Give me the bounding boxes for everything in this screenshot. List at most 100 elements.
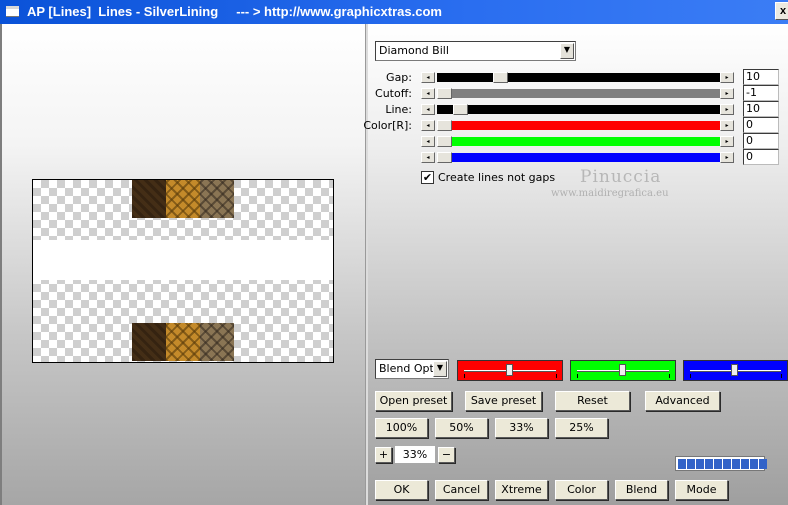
xtreme-button[interactable]: Xtreme <box>495 480 548 500</box>
arrow-right-icon[interactable]: ▸ <box>720 120 734 131</box>
slider-label: Color[R]: <box>363 119 412 132</box>
blend-slider-thumb[interactable] <box>619 364 626 376</box>
watermark-name: Pinuccia <box>580 167 662 187</box>
zoom-100-button[interactable]: 100% <box>375 418 428 438</box>
blend-slider-tick <box>577 374 578 378</box>
slider-thumb[interactable] <box>437 152 452 163</box>
slider-track[interactable] <box>437 89 720 98</box>
slider-thumb[interactable] <box>437 120 452 131</box>
slider[interactable]: ◂ ▸ <box>421 120 735 131</box>
arrow-left-icon[interactable]: ◂ <box>421 120 435 131</box>
reset-button[interactable]: Reset <box>555 391 630 411</box>
progress-block <box>696 459 704 469</box>
preview-tile <box>166 323 200 361</box>
blend-slider-tick <box>690 374 691 378</box>
preview-tile <box>132 180 166 218</box>
preview-tile <box>200 323 234 361</box>
slider-track[interactable] <box>437 153 720 162</box>
slider-value-input[interactable]: 10 <box>743 69 779 85</box>
slider-label: Gap: <box>386 71 412 84</box>
slider[interactable]: ◂ ▸ <box>421 88 735 99</box>
arrow-left-icon[interactable]: ◂ <box>421 152 435 163</box>
slider[interactable]: ◂ ▸ <box>421 136 735 147</box>
slider-label: Line: <box>385 103 412 116</box>
preset-selected: Diamond Bill <box>379 44 449 57</box>
mode-button[interactable]: Mode <box>675 480 728 500</box>
open-preset-button[interactable]: Open preset <box>375 391 452 411</box>
slider[interactable]: ◂ ▸ <box>421 104 735 115</box>
blend-slider-tick <box>781 374 782 378</box>
zoom-50-button[interactable]: 50% <box>435 418 488 438</box>
blend-slider-thumb[interactable] <box>731 364 738 376</box>
arrow-right-icon[interactable]: ▸ <box>720 88 734 99</box>
slider-label: Cutoff: <box>375 87 412 100</box>
slider-thumb[interactable] <box>437 88 452 99</box>
create-lines-label: Create lines not gaps <box>438 171 556 184</box>
color-button[interactable]: Color <box>555 480 608 500</box>
watermark-site: www.maidiregrafica.eu <box>551 188 669 199</box>
zoom-value: 33% <box>395 446 435 463</box>
blend-options-dropdown[interactable]: Blend Optio ▼ <box>375 359 449 379</box>
slider-track[interactable] <box>437 73 720 82</box>
title-bar: AP [Lines] Lines - SilverLining --- > ht… <box>0 0 788 24</box>
zoom-out-button[interactable]: − <box>438 447 455 463</box>
progress-indicator <box>675 456 767 471</box>
blend-options-label: Blend Optio <box>379 362 433 375</box>
blend-slider-tick <box>464 374 465 378</box>
preview-tile <box>200 180 234 218</box>
close-button[interactable]: x <box>775 2 788 20</box>
progress-block <box>759 459 767 469</box>
zoom-in-button[interactable]: + <box>375 447 392 463</box>
slider[interactable]: ◂ ▸ <box>421 72 735 83</box>
slider-track[interactable] <box>437 105 720 114</box>
cancel-button[interactable]: Cancel <box>435 480 488 500</box>
slider-thumb[interactable] <box>453 104 468 115</box>
preview-gap-band <box>33 240 333 280</box>
progress-block <box>723 459 731 469</box>
arrow-left-icon[interactable]: ◂ <box>421 88 435 99</box>
arrow-right-icon[interactable]: ▸ <box>720 104 734 115</box>
progress-block <box>678 459 686 469</box>
preview-tile <box>166 180 200 218</box>
zoom-25-button[interactable]: 25% <box>555 418 608 438</box>
arrow-left-icon[interactable]: ◂ <box>421 72 435 83</box>
blend-slider[interactable] <box>683 360 788 381</box>
ok-button[interactable]: OK <box>375 480 428 500</box>
progress-block <box>750 459 758 469</box>
window-title: AP [Lines] Lines - SilverLining --- > ht… <box>27 4 442 19</box>
blend-slider-tick <box>669 374 670 378</box>
slider-value-input[interactable]: -1 <box>743 85 779 101</box>
slider-value-input[interactable]: 10 <box>743 101 779 117</box>
arrow-right-icon[interactable]: ▸ <box>720 136 734 147</box>
arrow-right-icon[interactable]: ▸ <box>720 72 734 83</box>
blend-button[interactable]: Blend <box>615 480 668 500</box>
progress-block <box>741 459 749 469</box>
progress-block <box>732 459 740 469</box>
slider-value-input[interactable]: 0 <box>743 133 779 149</box>
window-icon <box>6 6 19 17</box>
slider-track[interactable] <box>437 121 720 130</box>
arrow-left-icon[interactable]: ◂ <box>421 136 435 147</box>
chevron-down-icon[interactable]: ▼ <box>433 361 447 377</box>
slider[interactable]: ◂ ▸ <box>421 152 735 163</box>
slider-track[interactable] <box>437 137 720 146</box>
zoom-33-button[interactable]: 33% <box>495 418 548 438</box>
create-lines-checkbox[interactable]: ✔ <box>421 171 434 184</box>
arrow-left-icon[interactable]: ◂ <box>421 104 435 115</box>
blend-slider-thumb[interactable] <box>506 364 513 376</box>
preview-tile <box>132 323 166 361</box>
preset-dropdown[interactable]: Diamond Bill ▼ <box>375 41 576 61</box>
arrow-right-icon[interactable]: ▸ <box>720 152 734 163</box>
chevron-down-icon[interactable]: ▼ <box>560 43 574 59</box>
save-preset-button[interactable]: Save preset <box>465 391 542 411</box>
slider-thumb[interactable] <box>493 72 508 83</box>
blend-slider[interactable] <box>457 360 563 381</box>
advanced-button[interactable]: Advanced <box>645 391 720 411</box>
slider-thumb[interactable] <box>437 136 452 147</box>
preview-canvas[interactable] <box>32 179 334 363</box>
progress-block <box>687 459 695 469</box>
slider-value-input[interactable]: 0 <box>743 149 779 165</box>
blend-slider[interactable] <box>570 360 676 381</box>
slider-value-input[interactable]: 0 <box>743 117 779 133</box>
progress-block <box>714 459 722 469</box>
